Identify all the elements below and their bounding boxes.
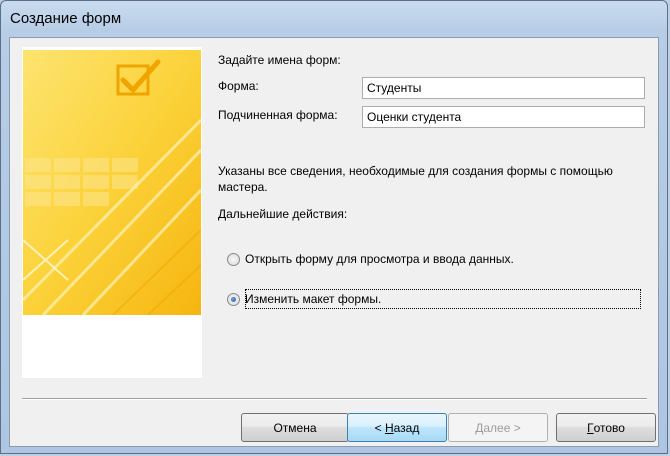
back-button-prefix: < [374,420,385,435]
next-actions-label: Дальнейшие действия: [218,207,348,221]
option-modify-layout[interactable]: Изменить макет формы. [227,289,381,309]
form-names-prompt: Задайте имена форм: [218,53,341,67]
option-open-form[interactable]: Открыть форму для просмотра и ввода данн… [227,249,514,269]
wizard-graphic-panel [22,47,202,378]
subform-name-input[interactable] [362,106,645,128]
title-bar[interactable]: Создание форм [1,1,667,37]
finish-button-rest: отово [593,420,625,435]
next-button-label: Далее > [475,420,521,435]
finish-button[interactable]: Готово [556,413,656,442]
radio-open-form[interactable] [227,252,240,266]
form-label: Форма: [218,79,259,93]
window-title: Создание форм [10,10,122,27]
cancel-button-label: Отмена [273,420,317,435]
wizard-client-area: Задайте имена форм: Форма: Подчиненная ф… [9,37,659,447]
option-modify-layout-label: Изменить макет формы. [245,292,382,306]
back-button[interactable]: < Назад [347,413,447,442]
next-button[interactable]: Далее > [448,413,548,442]
back-button-rest: азад [393,420,420,435]
cancel-button[interactable]: Отмена [241,413,349,442]
option-open-form-label: Открыть форму для просмотра и ввода данн… [245,252,514,266]
wizard-illustration [23,50,201,315]
info-message: Указаны все сведения, необходимые для со… [218,164,613,194]
radio-modify-layout[interactable] [227,292,240,306]
subform-label: Подчиненная форма: [218,108,338,122]
back-button-accel: Н [384,420,394,435]
button-separator [22,398,647,400]
wizard-window: Создание форм Задайте имена форм: Форма:… [0,0,668,454]
form-name-input[interactable] [362,77,645,99]
